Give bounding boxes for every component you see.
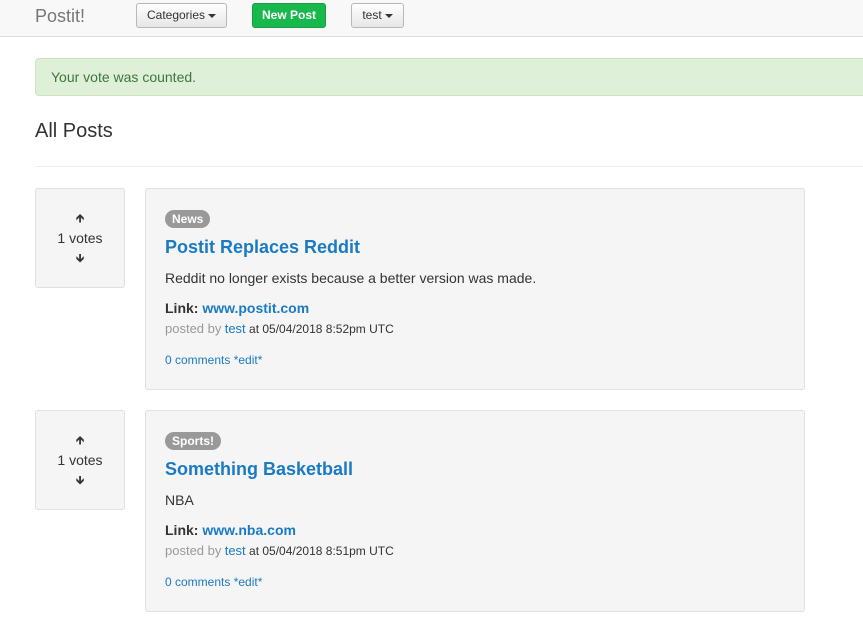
post-timestamp: at 05/04/2018 8:51pm UTC: [249, 544, 394, 558]
comments-link[interactable]: 0 comments: [165, 353, 230, 367]
vote-count: 1 votes: [57, 452, 103, 468]
arrow-up-icon[interactable]: 🡹: [74, 433, 86, 447]
new-post-button[interactable]: New Post: [252, 3, 326, 28]
arrow-down-icon[interactable]: 🡻: [74, 251, 86, 265]
post-description: Reddit no longer exists because a better…: [165, 270, 537, 286]
author-link[interactable]: test: [225, 321, 246, 336]
post-meta: posted by test at 05/04/2018 8:52pm UTC: [165, 321, 394, 336]
post-title[interactable]: Something Basketball: [165, 459, 353, 480]
vote-box: 🡹 1 votes 🡻: [35, 410, 125, 510]
categories-dropdown[interactable]: Categories: [136, 3, 227, 28]
link-label: Link:: [165, 522, 199, 538]
post-link: Link: www.postit.com: [165, 300, 309, 316]
posted-by-label: posted by: [165, 321, 222, 336]
category-badge[interactable]: News: [165, 210, 211, 228]
alert-message: Your vote was counted.: [51, 69, 197, 85]
posted-by-label: posted by: [165, 543, 222, 558]
user-label: test: [362, 8, 382, 22]
post-timestamp: at 05/04/2018 8:52pm UTC: [249, 322, 394, 336]
author-link[interactable]: test: [225, 543, 246, 558]
post-card: News Postit Replaces Reddit Reddit no lo…: [145, 188, 805, 390]
post-meta: posted by test at 05/04/2018 8:51pm UTC: [165, 543, 394, 558]
comments-link[interactable]: 0 comments: [165, 575, 230, 589]
edit-link[interactable]: *edit*: [234, 575, 263, 589]
navbar: Postit! Categories New Post test: [0, 0, 863, 37]
vote-count: 1 votes: [57, 230, 103, 246]
edit-link[interactable]: *edit*: [234, 353, 263, 367]
post-card: Sports! Something Basketball NBA Link: w…: [145, 410, 805, 612]
post-actions: 0 comments *edit*: [165, 353, 262, 367]
link-label: Link:: [165, 300, 199, 316]
vote-box: 🡹 1 votes 🡻: [35, 188, 125, 288]
brand-logo[interactable]: Postit!: [35, 6, 85, 27]
arrow-up-icon[interactable]: 🡹: [74, 211, 86, 225]
post-url[interactable]: www.nba.com: [202, 522, 296, 538]
post-link: Link: www.nba.com: [165, 522, 296, 538]
user-dropdown[interactable]: test: [351, 3, 404, 28]
categories-label: Categories: [146, 8, 206, 22]
post-actions: 0 comments *edit*: [165, 575, 262, 589]
caret-down-icon: [208, 13, 217, 18]
arrow-down-icon[interactable]: 🡻: [74, 473, 86, 487]
post-description: NBA: [165, 492, 194, 508]
page-title: All Posts: [35, 120, 113, 142]
divider: [35, 166, 863, 167]
vote-success-alert: Your vote was counted.: [35, 58, 863, 96]
post-title[interactable]: Postit Replaces Reddit: [165, 237, 360, 258]
category-badge[interactable]: Sports!: [165, 432, 221, 450]
new-post-label: New Post: [262, 8, 317, 22]
caret-down-icon: [384, 13, 393, 18]
post-url[interactable]: www.postit.com: [202, 300, 309, 316]
